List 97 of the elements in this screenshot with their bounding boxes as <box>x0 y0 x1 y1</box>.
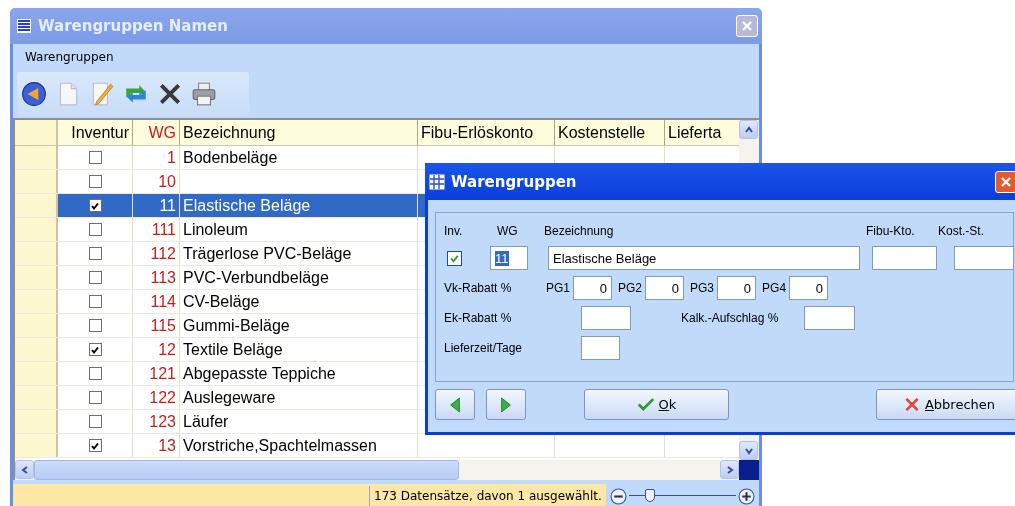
checkmark-icon <box>636 397 655 412</box>
scroll-thumb[interactable] <box>34 460 459 480</box>
table-cell: 12 <box>133 338 180 361</box>
table-cell: Linoleum <box>180 218 418 241</box>
dialog-title: Warengruppen <box>451 172 577 191</box>
checkbox[interactable] <box>88 343 102 356</box>
field-label: Ek-Rabatt % <box>444 311 513 325</box>
next-button[interactable] <box>486 389 526 420</box>
window-title: Warengruppen Namen <box>38 17 228 35</box>
table-cell: PVC-Verbundbeläge <box>180 266 418 289</box>
checkmark-icon <box>90 344 100 355</box>
column-header[interactable]: Bezeichnung <box>180 120 418 145</box>
checkmark-icon <box>90 440 100 451</box>
zoom-out-icon[interactable] <box>609 487 627 505</box>
field-label: PG4 <box>762 281 787 295</box>
close-icon <box>1000 175 1012 188</box>
table-cell: Textile Beläge <box>180 338 418 361</box>
table-cell: Auslegeware <box>180 386 418 409</box>
scrollbar-corner <box>739 460 759 480</box>
zoom-slider[interactable] <box>628 488 736 504</box>
input-field[interactable]: 0 <box>645 276 685 300</box>
ok-button[interactable]: Ok <box>584 389 729 420</box>
chevron-left-icon <box>19 464 30 475</box>
checkbox[interactable] <box>88 319 102 332</box>
inventory-checkbox[interactable] <box>447 250 462 266</box>
scroll-right-button[interactable] <box>720 460 739 479</box>
zoom-in-icon[interactable] <box>738 487 755 505</box>
table-cell: Abgepasste Teppiche <box>180 362 418 385</box>
scroll-down-button[interactable] <box>739 441 758 460</box>
table-cell: Vorstriche,Spachtelmassen <box>180 434 418 457</box>
input-field[interactable]: 0 <box>717 276 757 300</box>
checkmark-icon <box>90 200 100 211</box>
checkbox[interactable] <box>88 295 102 308</box>
field-label: Lieferzeit/Tage <box>444 341 524 355</box>
column-header[interactable]: Kostenstelle <box>555 120 665 145</box>
checkbox[interactable] <box>88 151 102 164</box>
checkbox[interactable] <box>88 439 102 452</box>
table-cell: CV-Beläge <box>180 290 418 313</box>
print-icon[interactable] <box>191 81 217 107</box>
close-button[interactable] <box>995 170 1015 193</box>
table-cell: Trägerlose PVC-Beläge <box>180 242 418 265</box>
table-icon <box>429 173 445 190</box>
triangle-left-icon <box>448 395 462 414</box>
input-field[interactable] <box>804 306 855 330</box>
back-icon[interactable] <box>21 81 47 107</box>
table-cell: 123 <box>133 410 180 433</box>
column-header[interactable]: Inventur <box>58 120 133 145</box>
table-cell: Bodenbeläge <box>180 146 418 169</box>
table-cell: 113 <box>133 266 180 289</box>
checkbox[interactable] <box>88 223 102 236</box>
table-cell: Läufer <box>180 410 418 433</box>
field-label: Kost.-St. <box>938 224 984 238</box>
slider-thumb[interactable] <box>645 489 656 502</box>
field-label: Fibu-Kto. <box>866 224 916 238</box>
menu-item[interactable]: Warengruppen <box>25 50 114 64</box>
triangle-right-icon <box>499 395 513 414</box>
scroll-up-button[interactable] <box>739 120 758 139</box>
previous-button[interactable] <box>435 389 475 420</box>
scroll-left-button[interactable] <box>15 460 34 479</box>
column-header[interactable]: Fibu-Erlöskonto <box>418 120 555 145</box>
input-field[interactable]: 11 <box>490 246 528 270</box>
chevron-up-icon <box>743 124 754 135</box>
input-field[interactable] <box>872 246 937 270</box>
table-cell: 11 <box>133 194 180 217</box>
table-cell: 114 <box>133 290 180 313</box>
checkbox[interactable] <box>88 247 102 260</box>
column-header[interactable]: WG <box>133 120 180 145</box>
list-icon <box>16 18 32 34</box>
field-label: Inv. <box>444 224 464 238</box>
input-field[interactable] <box>581 336 620 360</box>
delete-icon[interactable] <box>157 81 183 107</box>
input-field[interactable] <box>581 306 631 330</box>
input-field[interactable]: 0 <box>573 276 612 300</box>
table-cell: 1 <box>133 146 180 169</box>
table-cell: 115 <box>133 314 180 337</box>
field-label: Bezeichnung <box>544 224 615 238</box>
table-cell: 122 <box>133 386 180 409</box>
table-cell: Gummi-Beläge <box>180 314 418 337</box>
checkbox[interactable] <box>88 415 102 428</box>
table-cell: 111 <box>133 218 180 241</box>
table-cell: 112 <box>133 242 180 265</box>
input-field[interactable]: Elastische Beläge <box>548 246 860 270</box>
table-cell: 10 <box>133 170 180 193</box>
close-icon <box>741 20 753 32</box>
checkbox[interactable] <box>88 391 102 404</box>
checkbox[interactable] <box>88 175 102 188</box>
table-cell: 13 <box>133 434 180 457</box>
table-cell: Elastische Beläge <box>180 194 418 217</box>
input-field[interactable]: 0 <box>789 276 829 300</box>
checkbox[interactable] <box>88 199 102 212</box>
cancel-button[interactable]: Abbrechen <box>876 389 1015 420</box>
checkbox[interactable] <box>88 271 102 284</box>
input-field[interactable] <box>954 246 1014 270</box>
field-label: WG <box>496 224 519 238</box>
horizontal-scrollbar[interactable] <box>15 460 739 480</box>
checkbox[interactable] <box>88 367 102 380</box>
table-cell: 121 <box>133 362 180 385</box>
